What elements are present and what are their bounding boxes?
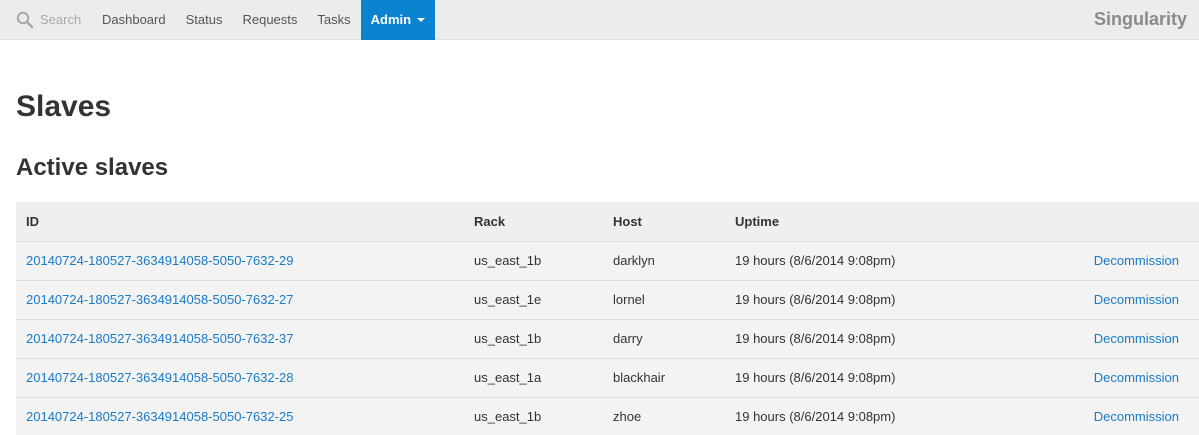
caret-down-icon	[417, 17, 426, 22]
host-cell: darklyn	[613, 253, 655, 268]
nav-admin-label: Admin	[370, 12, 412, 27]
header-actions	[1014, 202, 1199, 242]
rack-cell: us_east_1b	[474, 331, 542, 346]
host-cell: lornel	[613, 292, 645, 307]
table-row: 20140724-180527-3634914058-5050-7632-37 …	[16, 319, 1199, 358]
slave-id-link[interactable]: 20140724-180527-3634914058-5050-7632-29	[26, 253, 293, 268]
slave-id-link[interactable]: 20140724-180527-3634914058-5050-7632-27	[26, 292, 293, 307]
section-title: Active slaves	[16, 154, 169, 181]
table-header-row: ID Rack Host Uptime	[16, 202, 1199, 242]
host-cell: zhoe	[613, 409, 642, 424]
main-content: Slaves Active slaves ID Rack Host Uptime…	[0, 90, 1199, 435]
brand-logo[interactable]: Singularity	[1094, 9, 1187, 30]
page-title: Slaves	[16, 90, 112, 123]
search-box[interactable]: Search	[0, 0, 92, 40]
rack-cell: us_east_1a	[474, 370, 542, 385]
table-row: 20140724-180527-3634914058-5050-7632-27 …	[16, 280, 1199, 319]
nav-dashboard[interactable]: Dashboard	[92, 0, 176, 40]
search-icon	[16, 11, 34, 28]
decommission-link[interactable]: Decommission	[1094, 370, 1179, 385]
nav-admin-dropdown[interactable]: Admin	[360, 0, 436, 40]
uptime-cell: 19 hours (8/6/2014 9:08pm)	[735, 292, 896, 307]
top-navbar: Search Dashboard Status Requests Tasks A…	[0, 0, 1199, 40]
uptime-cell: 19 hours (8/6/2014 9:08pm)	[735, 409, 896, 424]
host-cell: blackhair	[613, 370, 666, 385]
search-label: Search	[40, 12, 82, 27]
host-cell: darry	[613, 331, 643, 346]
decommission-link[interactable]: Decommission	[1094, 409, 1179, 424]
table-row: 20140724-180527-3634914058-5050-7632-28 …	[16, 358, 1199, 397]
rack-cell: us_east_1e	[474, 292, 542, 307]
header-id[interactable]: ID	[16, 202, 464, 242]
table-row: 20140724-180527-3634914058-5050-7632-25 …	[16, 397, 1199, 435]
rack-cell: us_east_1b	[474, 253, 542, 268]
uptime-cell: 19 hours (8/6/2014 9:08pm)	[735, 253, 896, 268]
header-host[interactable]: Host	[603, 202, 725, 242]
uptime-cell: 19 hours (8/6/2014 9:08pm)	[735, 370, 896, 385]
decommission-link[interactable]: Decommission	[1094, 292, 1179, 307]
slave-id-link[interactable]: 20140724-180527-3634914058-5050-7632-25	[26, 409, 293, 424]
uptime-cell: 19 hours (8/6/2014 9:08pm)	[735, 331, 896, 346]
header-rack[interactable]: Rack	[464, 202, 603, 242]
rack-cell: us_east_1b	[474, 409, 542, 424]
nav-requests[interactable]: Requests	[232, 0, 307, 40]
active-slaves-table: ID Rack Host Uptime 20140724-180527-3634…	[16, 202, 1199, 435]
table-row: 20140724-180527-3634914058-5050-7632-29 …	[16, 241, 1199, 280]
decommission-link[interactable]: Decommission	[1094, 331, 1179, 346]
header-uptime[interactable]: Uptime	[725, 202, 1015, 242]
slave-id-link[interactable]: 20140724-180527-3634914058-5050-7632-28	[26, 370, 293, 385]
nav-tasks[interactable]: Tasks	[307, 0, 360, 40]
slave-id-link[interactable]: 20140724-180527-3634914058-5050-7632-37	[26, 331, 293, 346]
nav-status[interactable]: Status	[176, 0, 233, 40]
decommission-link[interactable]: Decommission	[1094, 253, 1179, 268]
